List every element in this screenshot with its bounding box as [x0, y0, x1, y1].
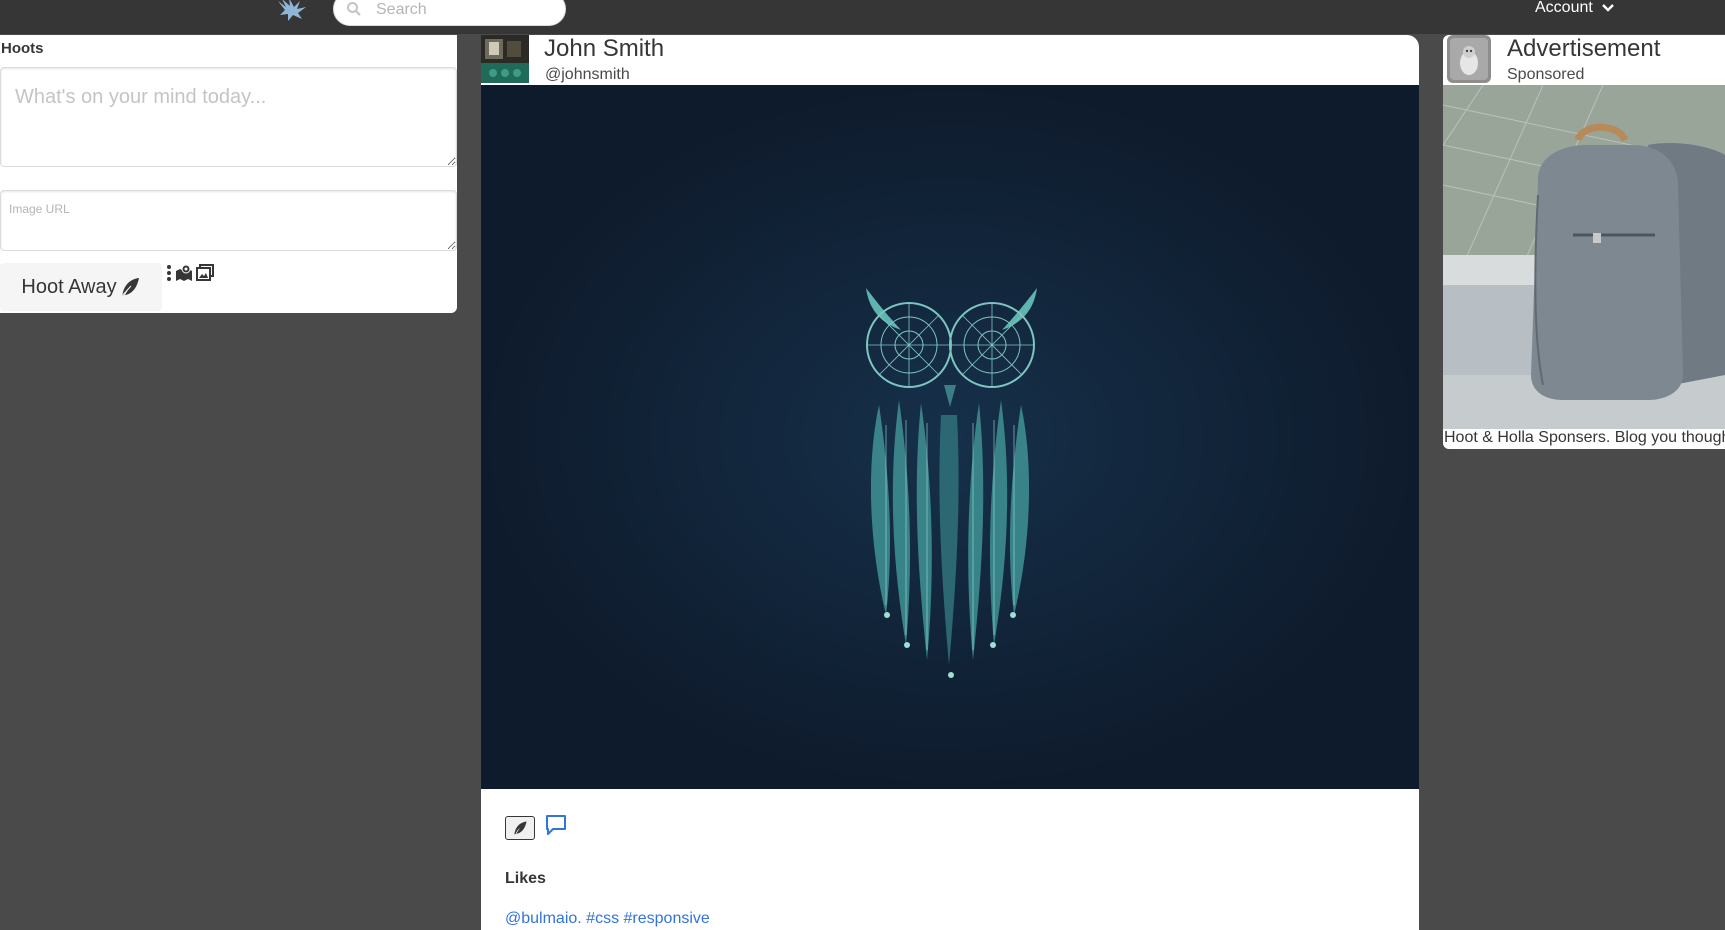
compose-card: Hoots Hoot Away	[0, 35, 457, 313]
feather-icon	[514, 821, 527, 835]
tag-link-responsive[interactable]: #responsive	[624, 910, 710, 927]
compose-title: Hoots	[1, 40, 44, 57]
advertisement-card: Advertisement Sponsored Hoot & Holla Spo…	[1443, 35, 1725, 449]
ad-title: Advertisement	[1507, 35, 1661, 62]
sponsor-avatar[interactable]	[1447, 35, 1491, 83]
backpack-ad-image[interactable]	[1443, 85, 1725, 429]
search-box	[333, 0, 566, 26]
more-options-icon[interactable]	[166, 264, 172, 282]
top-navbar: Account	[0, 0, 1725, 34]
image-gallery-icon[interactable]	[196, 264, 214, 282]
comment-icon[interactable]	[544, 813, 568, 837]
hoot-textarea[interactable]	[0, 67, 457, 167]
hoot-bird-logo-icon[interactable]	[276, 0, 308, 23]
chevron-down-icon	[1601, 4, 1614, 12]
account-label: Account	[1535, 0, 1593, 16]
author-avatar[interactable]	[481, 35, 529, 83]
post-card: John Smith @johnsmith Likes @bulmaio. #c…	[481, 35, 1419, 930]
feather-icon	[120, 278, 139, 298]
ad-caption: Hoot & Holla Sponsers. Blog you thoughts	[1444, 429, 1725, 446]
search-input[interactable]	[374, 0, 554, 21]
ad-sponsored-label: Sponsored	[1507, 66, 1585, 83]
compose-tools	[166, 264, 214, 282]
hoot-away-button[interactable]: Hoot Away	[0, 263, 162, 311]
image-url-field[interactable]	[0, 190, 457, 251]
search-icon	[347, 2, 361, 16]
author-handle[interactable]: @johnsmith	[545, 66, 630, 84]
hoot-away-label: Hoot Away	[21, 275, 117, 298]
like-button[interactable]	[505, 816, 535, 840]
tag-link-mention[interactable]: @bulmaio.	[505, 910, 582, 927]
account-menu[interactable]: Account	[1535, 0, 1615, 19]
map-location-icon[interactable]	[175, 264, 193, 282]
likes-label: Likes	[505, 870, 546, 887]
dreamcatcher-owl-illustration	[481, 85, 1419, 789]
author-name[interactable]: John Smith	[544, 35, 664, 63]
post-image	[481, 85, 1419, 789]
tag-link-css[interactable]: #css	[586, 910, 619, 927]
post-tags: @bulmaio. #css #responsive	[505, 910, 710, 928]
